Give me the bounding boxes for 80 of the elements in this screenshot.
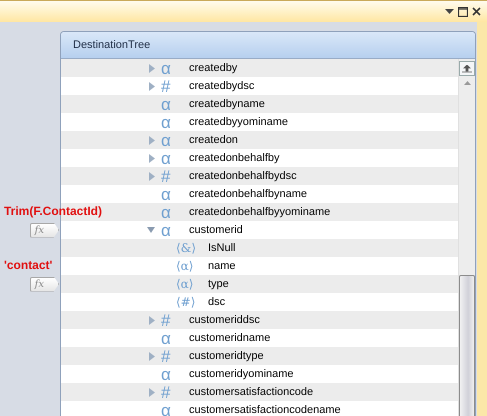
field-name: customerid <box>189 224 244 236</box>
tree-row[interactable]: α createdonbehalfbyyominame <box>141 203 458 221</box>
type-icon: ⟨α⟩ <box>176 278 194 290</box>
field-name: customeriddsc <box>189 314 261 326</box>
field-name: customersatisfactioncode <box>189 386 314 398</box>
type-icon: α <box>161 150 171 166</box>
mapping-expression: Trim(F.ContactId) <box>4 204 102 218</box>
field-name: dsc <box>208 296 226 308</box>
type-icon: ⟨α⟩ <box>176 260 194 272</box>
tree-row[interactable]: α createdon <box>141 131 458 149</box>
expand-arrow-icon[interactable] <box>149 82 155 90</box>
type-icon: α <box>161 402 171 416</box>
field-name: createdonbehalfbydsc <box>189 170 298 182</box>
field-name: customersatisfactioncodename <box>189 404 342 416</box>
dropdown-icon[interactable] <box>445 9 454 14</box>
tree-row[interactable]: ⟨&⟩ IsNull <box>141 239 458 257</box>
collapse-arrow-icon[interactable] <box>147 227 155 233</box>
field-name: type <box>208 278 230 290</box>
tree-row[interactable]: α customerid <box>141 221 458 239</box>
field-name: createdon <box>189 134 239 146</box>
tree-row[interactable]: α createdonbehalfby <box>141 149 458 167</box>
expand-arrow-icon[interactable] <box>149 352 155 360</box>
mapping-expression: 'contact' <box>4 258 52 272</box>
scroll-thumb[interactable] <box>459 275 475 416</box>
type-icon: # <box>161 168 170 184</box>
field-name: createdbyname <box>189 98 266 110</box>
type-icon: # <box>161 312 170 328</box>
type-icon: # <box>161 348 170 364</box>
field-name: createdbydsc <box>189 80 256 92</box>
field-name: createdbyyominame <box>189 116 290 128</box>
field-name: customeridyominame <box>189 368 295 380</box>
type-icon: α <box>161 222 171 238</box>
type-icon: α <box>161 114 171 130</box>
tree-row[interactable]: ⟨α⟩ type <box>141 275 458 293</box>
tree-row[interactable]: # createdonbehalfbydsc <box>141 167 458 185</box>
expand-arrow-icon[interactable] <box>149 172 155 180</box>
scroll-top-icon <box>462 64 472 72</box>
field-name: IsNull <box>208 242 237 254</box>
expand-arrow-icon[interactable] <box>149 388 155 396</box>
type-icon: α <box>161 186 171 202</box>
field-name: name <box>208 260 237 272</box>
expand-arrow-icon[interactable] <box>149 64 155 72</box>
type-icon: # <box>161 384 170 400</box>
field-name: createdby <box>189 62 238 74</box>
tree-row[interactable]: # customeridtype <box>141 347 458 365</box>
type-icon: α <box>161 132 171 148</box>
type-icon: α <box>161 204 171 220</box>
type-icon: α <box>161 330 171 346</box>
field-name: createdonbehalfby <box>189 152 281 164</box>
tree-row[interactable]: ⟨#⟩ dsc <box>141 293 458 311</box>
type-icon: α <box>161 96 171 112</box>
tree-row[interactable]: # customersatisfactioncode <box>141 383 458 401</box>
type-icon: ⟨#⟩ <box>176 296 196 308</box>
scroll-top-button[interactable] <box>459 61 475 76</box>
tree-row[interactable]: α customeridyominame <box>141 365 458 383</box>
type-icon: α <box>161 60 171 76</box>
type-icon: α <box>161 366 171 382</box>
field-name: customeridname <box>189 332 272 344</box>
tree-row[interactable]: α createdbyname <box>141 95 458 113</box>
expand-arrow-icon[interactable] <box>149 136 155 144</box>
tree-row[interactable]: ⟨α⟩ name <box>141 257 458 275</box>
close-icon[interactable] <box>472 7 481 16</box>
tree-row[interactable]: α customeridname <box>141 329 458 347</box>
tree-row[interactable]: α createdbyyominame <box>141 113 458 131</box>
field-name: createdonbehalfbyyominame <box>189 206 332 218</box>
tree-row[interactable]: α createdby <box>141 59 458 77</box>
expand-arrow-icon[interactable] <box>149 316 155 324</box>
tree-row[interactable]: α customersatisfactioncodename <box>141 401 458 416</box>
type-icon: # <box>161 78 170 94</box>
scroll-up-icon[interactable] <box>464 81 470 85</box>
type-icon: ⟨&⟩ <box>176 242 196 254</box>
field-name: customeridtype <box>189 350 265 362</box>
field-name: createdonbehalfbyname <box>189 188 308 200</box>
tree-row[interactable]: # customeriddsc <box>141 311 458 329</box>
expand-arrow-icon[interactable] <box>149 154 155 162</box>
tree-row[interactable]: α createdonbehalfbyname <box>141 185 458 203</box>
panel-title: DestinationTree <box>61 32 475 59</box>
scrollbar[interactable] <box>458 59 475 416</box>
tree-row[interactable]: # createdbydsc <box>141 77 458 95</box>
maximize-icon[interactable] <box>458 6 468 16</box>
